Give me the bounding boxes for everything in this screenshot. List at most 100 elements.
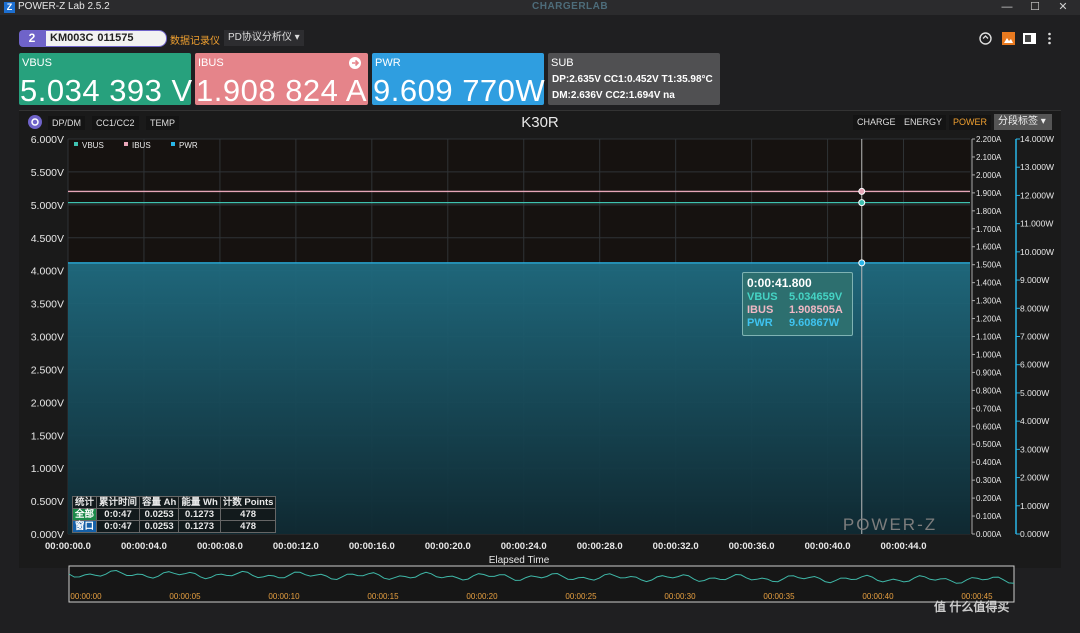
x-tick-label: 00:00:00.0 [45,541,91,552]
x-tick-label: 00:00:04.0 [121,541,167,552]
overview-tick-label: 00:00:15 [367,592,399,601]
y-right-tick-label: 3.000W [1020,444,1049,454]
stats-cell: 0.0253 [139,508,180,521]
overview-tick-label: 00:00:25 [565,592,597,601]
y-mid-tick-label: 2.200A [976,135,1002,144]
y-right-tick-label: 7.000W [1020,332,1049,342]
y-left-tick-label: 2.500V [31,364,64,376]
y-right-tick-label: 9.000W [1020,275,1049,285]
y-right-tick-label: 1.000W [1020,501,1049,511]
y-right-tick-label: 6.000W [1020,360,1049,370]
stats-header: 能量 Wh [178,496,221,509]
x-tick-label: 00:00:12.0 [273,541,319,552]
y-left-tick-label: 6.000V [31,134,64,146]
stats-header: 统计 [71,496,98,509]
y-left-tick-label: 4.500V [31,233,64,245]
x-tick-label: 00:00:40.0 [805,541,851,552]
legend-label: IBUS [132,141,151,150]
y-mid-tick-label: 0.400A [976,458,1002,467]
stats-row-all: 全部 0:0:47 0.0253 0.1273 478 [71,508,277,521]
stats-header: 容量 Ah [139,496,180,509]
y-right-tick-label: 4.000W [1020,416,1049,426]
y-right-tick-label: 11.000W [1020,219,1053,229]
y-left-tick-label: 3.000V [31,332,64,344]
y-mid-tick-label: 1.900A [976,189,1002,198]
y-mid-tick-label: 1.000A [976,350,1002,359]
y-right-tick-label: 14.000W [1020,134,1054,144]
stats-cell: 0.1273 [178,520,221,533]
y-right-tick-label: 5.000W [1020,388,1049,398]
stats-cell: 0.0253 [139,520,180,533]
overview-tick-label: 00:00:10 [268,592,300,601]
y-left-tick-label: 3.500V [31,299,64,311]
x-tick-label: 00:00:44.0 [881,541,927,552]
stats-cell: 0:0:47 [96,508,141,521]
overview-tick-label: 00:00:20 [466,592,498,601]
y-left-tick-label: 5.500V [31,167,64,179]
y-mid-tick-label: 1.500A [976,261,1002,270]
legend-swatch [124,142,128,146]
overview-tick-label: 00:00:35 [763,592,795,601]
stats-header-row: 统计 累计时间 容量 Ah 能量 Wh 计数 Points [71,496,277,509]
y-left-tick-label: 5.000V [31,200,64,212]
stats-cell: 478 [219,520,277,533]
overview-tick-label: 00:00:40 [862,592,894,601]
y-right-tick-label: 0.000W [1020,529,1049,539]
y-mid-tick-label: 1.800A [976,207,1002,216]
overview-tick-label: 00:00:00 [70,592,102,601]
x-tick-label: 00:00:28.0 [577,541,623,552]
tooltip-row-vbus: VBUS 5.034659V [747,291,843,303]
overview-tick-label: 00:00:05 [169,592,201,601]
cursor-point-pwr [858,259,866,267]
y-mid-tick-label: 1.700A [976,225,1002,234]
stats-cell: 全部 [71,508,98,521]
x-tick-label: 00:00:08.0 [197,541,243,552]
y-right-tick-label: 13.000W [1020,162,1054,172]
y-right-tick-label: 12.000W [1020,190,1054,200]
y-mid-tick-label: 1.300A [976,297,1002,306]
cursor-tooltip: 0:00:41.800 VBUS 5.034659V IBUS 1.908505A … [742,272,853,336]
x-tick-label: 00:00:36.0 [729,541,775,552]
y-left-tick-label: 0.000V [31,529,64,541]
power-z-watermark: POWER-Z [843,515,937,534]
y-right-tick-label: 8.000W [1020,303,1049,313]
y-left-tick-label: 2.000V [31,397,64,409]
stats-cell: 478 [219,508,277,521]
y-mid-tick-label: 0.600A [976,422,1002,431]
legend-swatch [74,142,78,146]
y-left-tick-label: 0.500V [31,496,64,508]
tooltip-time: 0:00:41.800 [747,276,812,290]
y-mid-tick-label: 0.500A [976,440,1002,449]
x-tick-label: 00:00:24.0 [501,541,547,552]
legend-swatch [171,142,175,146]
stats-row-window: 窗口 0:0:47 0.0253 0.1273 478 [71,520,277,533]
y-mid-tick-label: 2.000A [976,171,1002,180]
main-chart[interactable]: 6.000V 5.500V 5.000V 4.500V 4.000V 3.500V 3.00… [0,0,1080,633]
y-mid-tick-label: 0.100A [976,512,1002,521]
tooltip-row-pwr: PWR 9.60867W [747,317,840,329]
y-mid-tick-label: 0.700A [976,404,1002,413]
stats-table: 统计 累计时间 容量 Ah 能量 Wh 计数 Points 全部 0:0:47 … [71,496,277,533]
y-mid-tick-label: 0.900A [976,368,1002,377]
stats-cell: 0:0:47 [96,520,141,533]
y-right-tick-label: 10.000W [1020,247,1054,257]
y-mid-tick-label: 0.200A [976,494,1002,503]
y-mid-tick-label: 1.600A [976,243,1002,252]
stats-header: 累计时间 [96,496,141,509]
y-left-tick-label: 4.000V [31,266,64,278]
y-mid-tick-label: 0.800A [976,386,1002,395]
y-mid-tick-label: 1.100A [976,333,1002,342]
corner-watermark: 值 什么值得买 [934,600,1010,614]
y-mid-tick-label: 0.300A [976,476,1002,485]
y-left-tick-label: 1.500V [31,430,64,442]
y-left-tick-label: 1.000V [31,463,64,475]
x-tick-label: 00:00:16.0 [349,541,395,552]
tooltip-row-ibus: IBUS 1.908505A [747,304,843,316]
x-tick-label: 00:00:32.0 [653,541,699,552]
y-mid-tick-label: 2.100A [976,153,1002,162]
cursor-point-ibus [858,187,866,195]
y-mid-tick-label: 1.200A [976,315,1002,324]
x-axis-label: Elapsed Time [489,555,550,566]
cursor-point-vbus [858,199,866,207]
y-right-tick-label: 2.000W [1020,473,1049,483]
